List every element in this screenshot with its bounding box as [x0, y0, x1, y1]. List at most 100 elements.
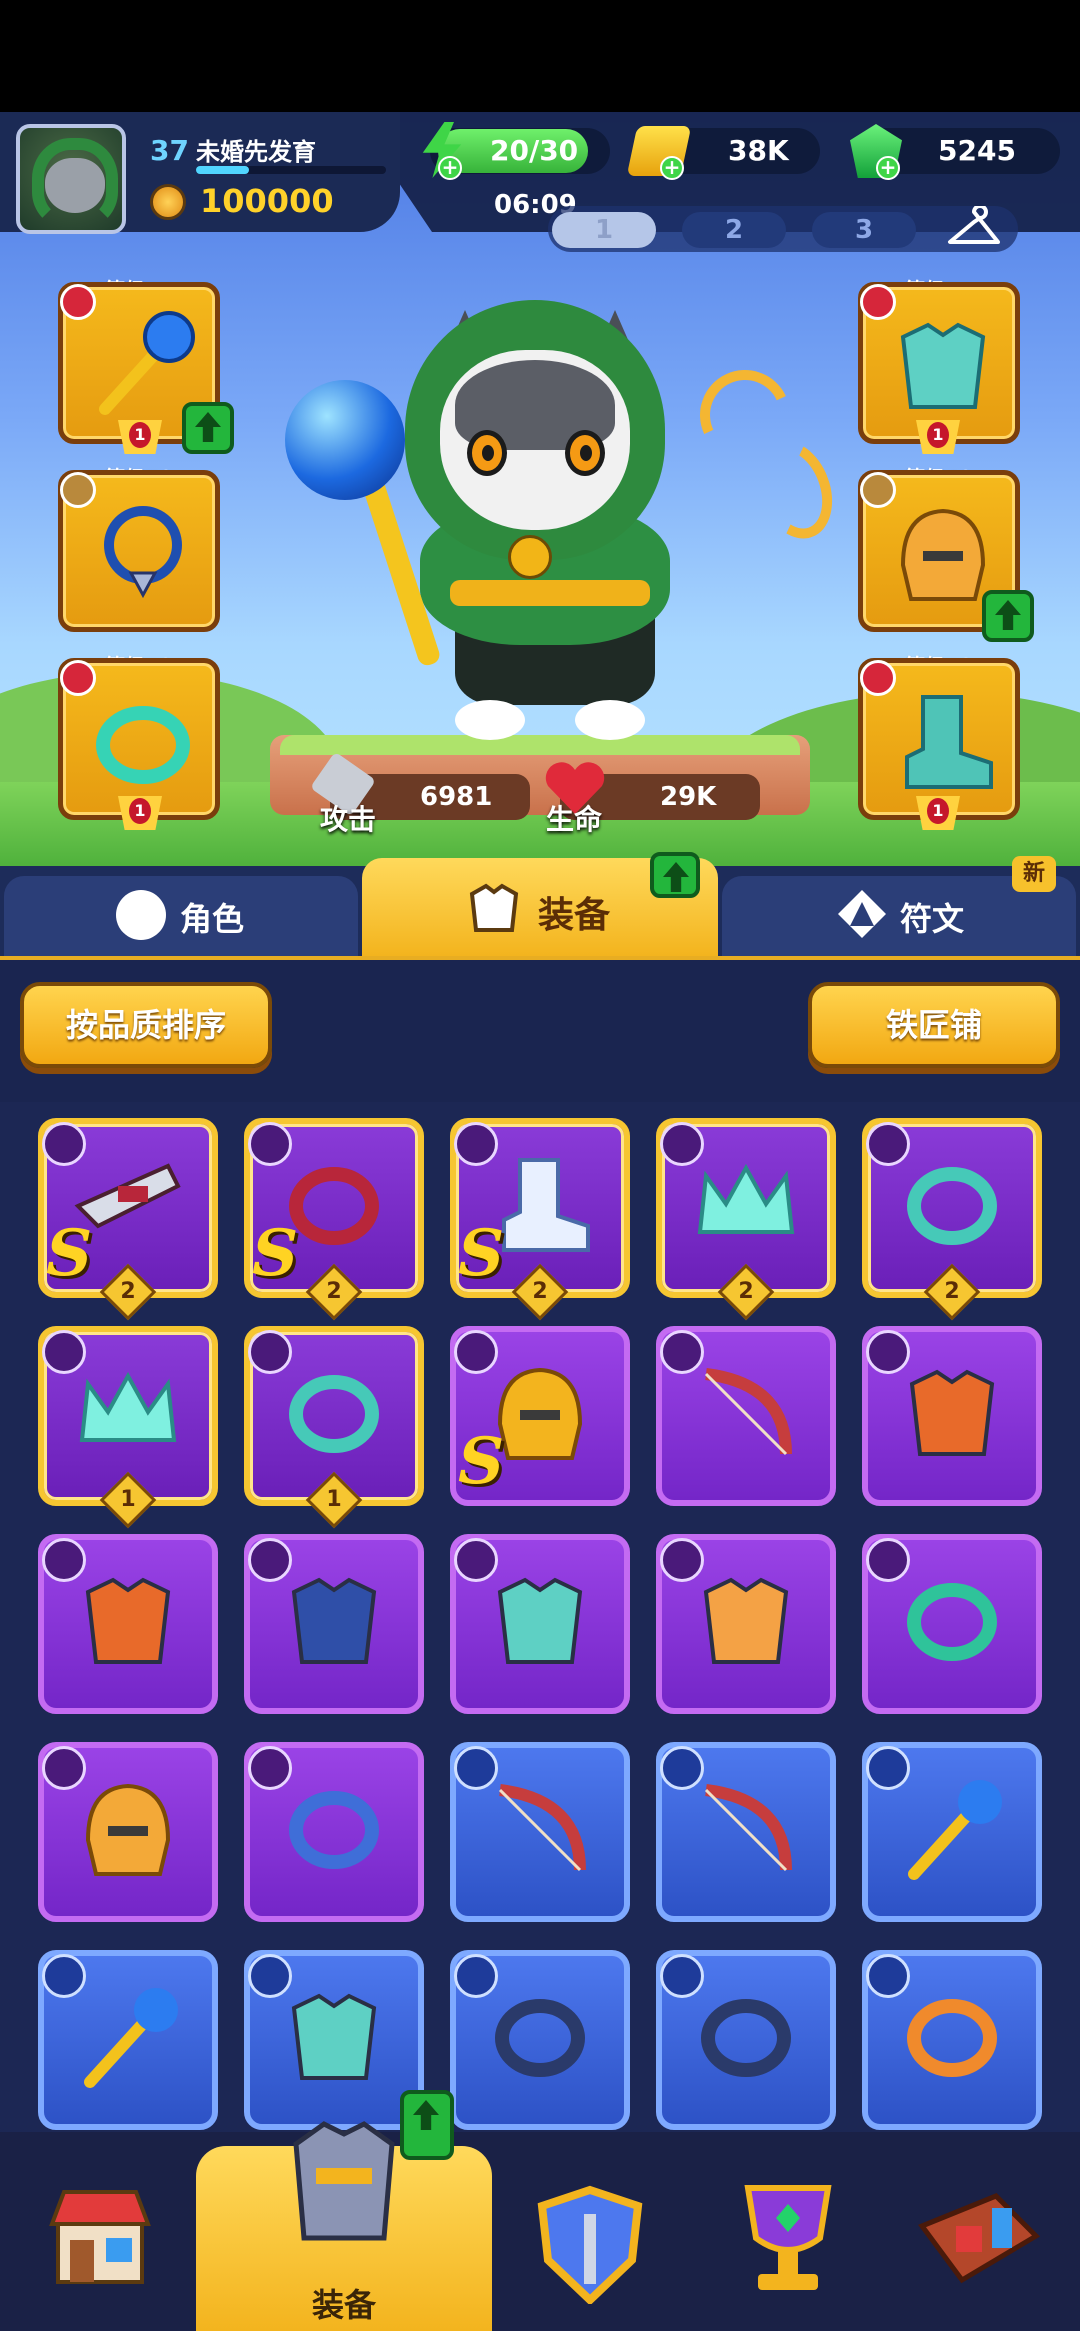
star-level: 1 — [927, 798, 949, 824]
blacksmith-button[interactable]: 铁匠铺 — [808, 982, 1060, 1068]
cat-belt — [450, 580, 650, 606]
inventory-item-dragon-gauntlet[interactable] — [38, 1534, 218, 1714]
iron-ring-icon — [495, 1999, 585, 2077]
sort-by-quality-button[interactable]: 按品质排序 — [20, 982, 272, 1068]
shop-icon[interactable] — [44, 2178, 156, 2290]
map-icon[interactable] — [916, 2186, 1042, 2296]
inventory-item-bow[interactable] — [656, 1742, 836, 1922]
new-badge: 新 — [1012, 856, 1056, 892]
loadout-tab-3[interactable]: 3 — [812, 212, 916, 248]
inventory-item-sapphire-necklace[interactable] — [244, 1742, 424, 1922]
dragon-gauntlet-icon — [909, 1369, 995, 1456]
upgrade-arrow-icon — [400, 2090, 454, 2160]
inventory-item-iron-ring[interactable] — [450, 1950, 630, 2130]
upgrade-arrow-icon[interactable] — [182, 402, 234, 454]
rune-icon — [838, 890, 886, 938]
star-count: 2 — [738, 1279, 754, 1304]
sapphire-necklace-icon — [289, 1791, 379, 1869]
gold-armor-icon — [703, 1577, 789, 1664]
add-energy-icon[interactable]: + — [438, 156, 462, 180]
inventory-item-bead-necklace[interactable]: 1 — [244, 1326, 424, 1529]
coin-value: 100000 — [200, 182, 334, 220]
bow-icon — [498, 1784, 586, 1872]
star-level: 1 — [927, 422, 949, 448]
crown-icon — [79, 1371, 177, 1442]
inventory-item-crossbow[interactable]: S2 — [38, 1118, 218, 1321]
inventory-item-cape-armor[interactable] — [244, 1534, 424, 1714]
equipment-upgrade-icon — [650, 852, 700, 898]
energy-value: 20/30 — [490, 134, 579, 167]
boots-icon — [905, 695, 993, 789]
armor-tab-icon — [469, 883, 519, 932]
cat-paw — [575, 700, 645, 740]
tab-equipment-label: 装备 — [538, 895, 611, 936]
s-grade-badge: S — [46, 1216, 93, 1291]
star-level-badge: 1 — [118, 796, 162, 830]
inventory-item-gold-helmet[interactable]: S — [450, 1326, 630, 1506]
cat-eye — [467, 430, 507, 476]
shield-sword-icon[interactable] — [534, 2184, 646, 2304]
staff-orb — [285, 380, 405, 500]
inventory-item-amber-ring[interactable] — [862, 1950, 1042, 2130]
amber-ring-icon — [907, 1999, 997, 2077]
inventory-item-gold-armor[interactable] — [656, 1534, 836, 1714]
coin-icon — [150, 184, 186, 220]
cape-armor-icon — [291, 1577, 377, 1664]
armor-icon — [900, 322, 986, 409]
star-count: 2 — [944, 1279, 960, 1304]
trophy-icon[interactable] — [732, 2178, 844, 2298]
inventory-item-crown[interactable]: 2 — [656, 1118, 836, 1321]
inventory-item-bead-necklace[interactable]: 2 — [862, 1118, 1042, 1321]
inventory-item-bow[interactable] — [450, 1742, 630, 1922]
star-count: 1 — [326, 1487, 342, 1512]
loadout-tab-2[interactable]: 2 — [682, 212, 786, 248]
nav-equipment-label: 装备 — [311, 2286, 376, 2324]
add-gem-icon[interactable]: + — [876, 156, 900, 180]
inventory-item-orb-staff[interactable] — [38, 1950, 218, 2130]
xp-bar — [196, 166, 386, 174]
armor-nav-icon — [293, 2121, 395, 2241]
inventory-item-crown[interactable]: 1 — [38, 1326, 218, 1529]
cat-eye — [565, 430, 605, 476]
tab-runes-label: 符文 — [900, 900, 965, 938]
inventory-item-teal-ring[interactable] — [862, 1534, 1042, 1714]
upgrade-arrow-icon[interactable] — [982, 590, 1034, 642]
inventory-item-iron-ring[interactable] — [656, 1950, 836, 2130]
crown-icon — [697, 1163, 795, 1234]
inventory-item-teal-armor[interactable] — [450, 1534, 630, 1714]
inventory-item-teal-armor[interactable] — [244, 1950, 424, 2130]
necklace-icon — [104, 506, 182, 599]
cat-paw — [455, 700, 525, 740]
gold-value: 38K — [728, 134, 789, 167]
armor-type-icon — [860, 284, 896, 320]
inventory-item-bow[interactable] — [656, 1326, 836, 1506]
add-gold-icon[interactable]: + — [660, 156, 684, 180]
star-count: 2 — [120, 1279, 136, 1304]
hanger-icon[interactable] — [946, 206, 1002, 252]
knight-helmet-icon — [85, 1783, 171, 1876]
teal-armor-icon — [497, 1577, 583, 1664]
inventory-item-wing-boots[interactable]: S2 — [450, 1118, 630, 1321]
inventory-item-dragon-gauntlet[interactable] — [862, 1326, 1042, 1506]
teal-armor-icon — [291, 1993, 377, 2080]
weapon-type-icon — [60, 284, 96, 320]
player-avatar[interactable] — [16, 124, 126, 234]
s-grade-badge: S — [252, 1216, 299, 1291]
loadout-tab-1[interactable]: 1 — [552, 212, 656, 248]
ring-type-icon — [60, 660, 96, 696]
pedestal-grass — [280, 735, 800, 755]
iron-ring-icon — [701, 1999, 791, 2077]
star-level: 1 — [129, 798, 151, 824]
bow-icon — [704, 1368, 792, 1456]
ring-icon — [96, 706, 190, 784]
boots-type-icon — [860, 660, 896, 696]
star-level-badge: 1 — [916, 420, 960, 454]
star-count: 1 — [120, 1487, 136, 1512]
s-grade-badge: S — [458, 1424, 505, 1499]
inventory-item-knight-helmet[interactable] — [38, 1742, 218, 1922]
orb-staff-icon — [84, 1988, 178, 2088]
inventory-item-orb-staff[interactable] — [862, 1742, 1042, 1922]
bow-icon — [704, 1784, 792, 1872]
inventory-item-crimson-ring[interactable]: S2 — [244, 1118, 424, 1321]
xp-fill — [196, 166, 250, 174]
